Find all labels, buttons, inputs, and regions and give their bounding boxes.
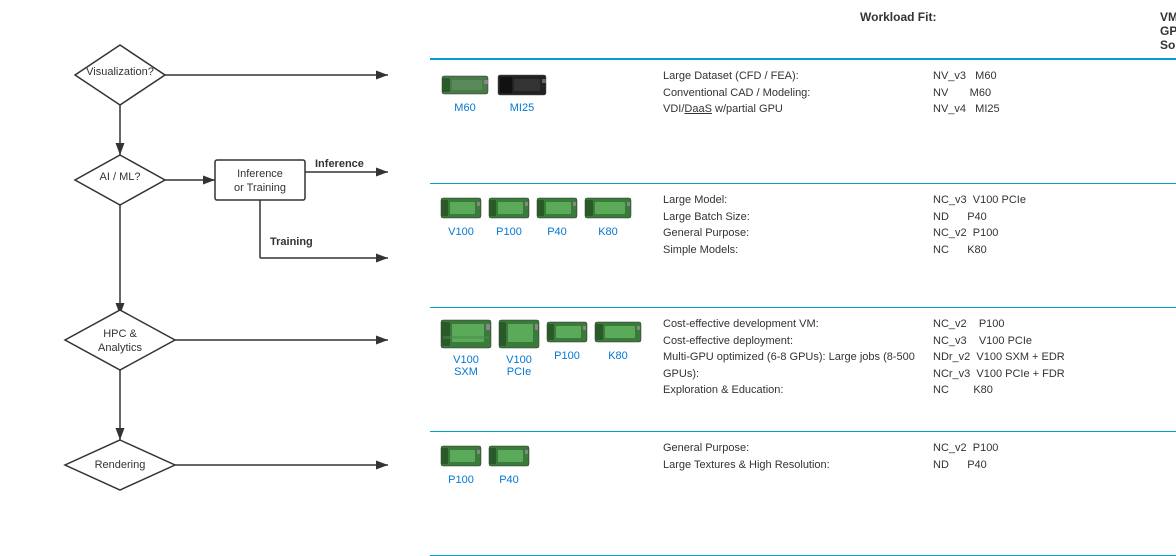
gpu-card-p100-train: P100 — [546, 316, 588, 362]
gpu-card-v100-inf: V100 — [440, 192, 482, 238]
gpu-label-mi25: MI25 — [510, 102, 534, 114]
vm-inf-line3: NC_v2 P100 — [933, 225, 1176, 242]
vm-line1: NV_v3 M60 — [933, 68, 1176, 85]
right-panel: Workload Fit: VM / GPU Solution: M60 — [430, 0, 1176, 556]
svg-text:Inference: Inference — [315, 158, 364, 170]
vm-render-line1: NC_v2 P100 — [933, 440, 1176, 457]
vm-train-line3: NDr_v2 V100 SXM + EDR — [933, 349, 1176, 366]
svg-text:Visualization?: Visualization? — [86, 66, 154, 78]
workload-train-line3: Multi-GPU optimized (6-8 GPUs): Large jo… — [663, 349, 925, 382]
vm-visualization: NV_v3 M60 NV M60 NV_v4 MI25 — [925, 68, 1176, 118]
gpu-card-p40-render: P40 — [488, 440, 530, 486]
rows-container: M60 MI25 Large Dataset (CFD / — [430, 60, 1176, 556]
gpu-card-k80-train: K80 — [594, 316, 642, 362]
workload-line3: VDI/DaaS w/partial GPU — [663, 101, 925, 118]
flowchart: Visualization? AI / ML? Inference or Tra… — [0, 0, 430, 556]
gpu-label-m60: M60 — [454, 102, 475, 114]
gpu-list-inference: V100 P100 — [440, 192, 655, 238]
gpu-card-p100-inf: P100 — [488, 192, 530, 238]
vm-training: NC_v2 P100 NC_v3 V100 PCIe NDr_v2 V100 S… — [925, 316, 1176, 399]
workload-training: Cost-effective development VM: Cost-effe… — [655, 316, 925, 399]
gpu-card-m60: M60 — [440, 68, 490, 114]
svg-text:or Training: or Training — [234, 182, 286, 194]
vm-inf-line2: ND P40 — [933, 209, 1176, 226]
vm-train-line2: NC_v3 V100 PCIe — [933, 333, 1176, 350]
workload-line2: Conventional CAD / Modeling: — [663, 85, 925, 102]
workload-train-line4: Exploration & Education: — [663, 382, 925, 399]
main-container: Visualization? AI / ML? Inference or Tra… — [0, 0, 1176, 556]
gpu-card-p100-render: P100 — [440, 440, 482, 486]
workload-train-line2: Cost-effective deployment: — [663, 333, 925, 350]
workload-inf-line1: Large Model: — [663, 192, 925, 209]
training-row: V100SXM V100PCIe — [430, 308, 1176, 432]
gpu-label-v100sxm: V100SXM — [453, 354, 479, 378]
svg-text:Rendering: Rendering — [95, 459, 146, 471]
workload-inf-line4: Simple Models: — [663, 242, 925, 259]
workload-render-line1: General Purpose: — [663, 440, 925, 457]
svg-text:Training: Training — [270, 236, 313, 248]
vm-inference: NC_v3 V100 PCIe ND P40 NC_v2 P100 NC K80 — [925, 192, 1176, 258]
vm-train-line4: NCr_v3 V100 PCIe + FDR — [933, 366, 1176, 383]
gpu-label-p100-inf: P100 — [496, 226, 522, 238]
vm-rendering: NC_v2 P100 ND P40 — [925, 440, 1176, 473]
gpu-card-mi25: MI25 — [496, 68, 548, 114]
workload-line1: Large Dataset (CFD / FEA): — [663, 68, 925, 85]
vm-render-line2: ND P40 — [933, 457, 1176, 474]
gpu-label-p40-render: P40 — [499, 474, 519, 486]
workload-header: Workload Fit: — [860, 10, 1160, 52]
inference-row: V100 P100 — [430, 184, 1176, 308]
gpu-card-p40-inf: P40 — [536, 192, 578, 238]
vm-line3: NV_v4 MI25 — [933, 101, 1176, 118]
workload-rendering: General Purpose: Large Textures & High R… — [655, 440, 925, 473]
rendering-row: P100 P40 General Purpose: — [430, 432, 1176, 556]
gpu-label-p100-train: P100 — [554, 350, 580, 362]
gpu-label-p100-render: P100 — [448, 474, 474, 486]
vm-line2: NV M60 — [933, 85, 1176, 102]
vm-inf-line4: NC K80 — [933, 242, 1176, 259]
svg-text:HPC &: HPC & — [103, 328, 137, 340]
vm-inf-line1: NC_v3 V100 PCIe — [933, 192, 1176, 209]
svg-text:Analytics: Analytics — [98, 342, 143, 354]
gpu-list-training: V100SXM V100PCIe — [440, 316, 655, 378]
gpu-list-rendering: P100 P40 — [440, 440, 655, 486]
gpu-card-k80-inf: K80 — [584, 192, 632, 238]
svg-text:AI / ML?: AI / ML? — [100, 171, 141, 183]
gpu-label-v100pcie: V100PCIe — [506, 354, 532, 378]
gpu-label-k80-inf: K80 — [598, 226, 618, 238]
gpu-label-k80-train: K80 — [608, 350, 628, 362]
workload-inf-line2: Large Batch Size: — [663, 209, 925, 226]
gpu-card-v100pcie: V100PCIe — [498, 316, 540, 378]
vm-train-line5: NC K80 — [933, 382, 1176, 399]
gpu-label-v100-inf: V100 — [448, 226, 474, 238]
gpu-card-v100sxm: V100SXM — [440, 316, 492, 378]
workload-inference: Large Model: Large Batch Size: General P… — [655, 192, 925, 258]
gpu-label-p40-inf: P40 — [547, 226, 567, 238]
visualization-row: M60 MI25 Large Dataset (CFD / — [430, 60, 1176, 184]
vm-header: VM / GPU Solution: — [1160, 10, 1176, 52]
workload-visualization: Large Dataset (CFD / FEA): Conventional … — [655, 68, 925, 118]
vm-train-line1: NC_v2 P100 — [933, 316, 1176, 333]
workload-render-line2: Large Textures & High Resolution: — [663, 457, 925, 474]
workload-train-line1: Cost-effective development VM: — [663, 316, 925, 333]
svg-text:Inference: Inference — [237, 168, 283, 180]
gpu-list-visualization: M60 MI25 — [440, 68, 655, 114]
workload-inf-line3: General Purpose: — [663, 225, 925, 242]
header-row: Workload Fit: VM / GPU Solution: — [430, 10, 1176, 60]
